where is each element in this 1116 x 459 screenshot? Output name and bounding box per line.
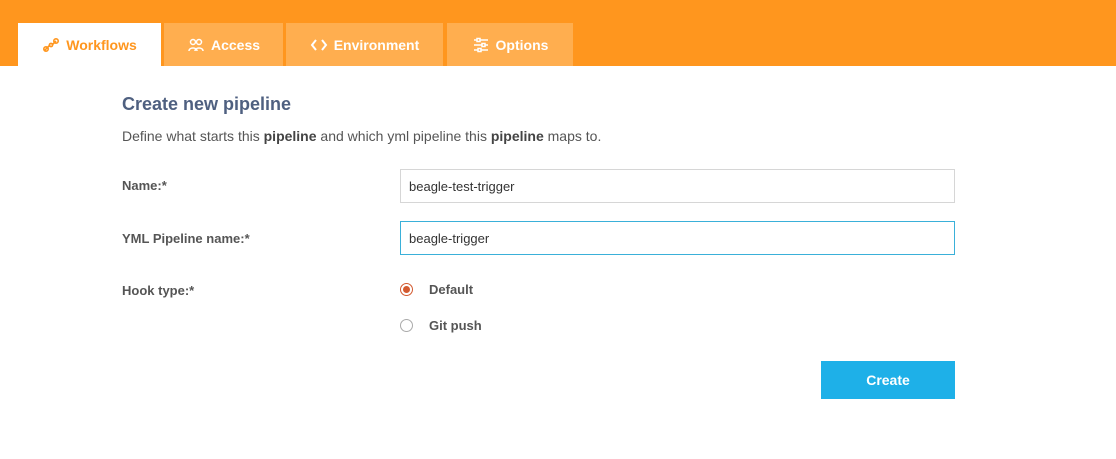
access-icon xyxy=(187,36,205,54)
radio-default[interactable] xyxy=(400,283,413,296)
top-navigation-bar: Workflows Access Environment Options xyxy=(0,0,1116,66)
description-text: maps to. xyxy=(543,128,602,144)
radio-git-push-label: Git push xyxy=(429,318,482,333)
tab-options-label: Options xyxy=(495,36,549,53)
sliders-icon xyxy=(472,36,490,54)
hook-option-git-push[interactable]: Git push xyxy=(400,318,482,333)
page-description: Define what starts this pipeline and whi… xyxy=(122,128,601,144)
tab-environment[interactable]: Environment xyxy=(286,23,443,66)
tab-access[interactable]: Access xyxy=(164,23,283,66)
hook-option-default[interactable]: Default xyxy=(400,282,473,297)
radio-default-label: Default xyxy=(429,282,474,297)
description-text: and which yml pipeline this xyxy=(316,128,491,144)
tab-workflows-label: Workflows xyxy=(66,36,137,53)
tab-options[interactable]: Options xyxy=(447,23,573,66)
yml-pipeline-name-field[interactable] xyxy=(400,221,955,255)
radio-git-push[interactable] xyxy=(400,319,413,332)
page-title: Create new pipeline xyxy=(122,94,292,114)
description-bold: pipeline xyxy=(263,128,317,144)
tab-workflows[interactable]: Workflows xyxy=(18,23,161,66)
code-icon xyxy=(310,36,328,54)
description-text: Define what starts this xyxy=(122,128,264,144)
create-button[interactable]: Create xyxy=(821,361,955,399)
name-label: Name:* xyxy=(122,178,167,193)
name-field[interactable] xyxy=(400,169,955,203)
description-bold: pipeline xyxy=(490,128,544,144)
hook-type-label: Hook type:* xyxy=(122,283,195,298)
yml-pipeline-name-label: YML Pipeline name:* xyxy=(122,231,250,246)
tab-access-label: Access xyxy=(210,36,261,53)
tab-environment-label: Environment xyxy=(333,36,420,53)
workflow-icon xyxy=(42,36,60,54)
